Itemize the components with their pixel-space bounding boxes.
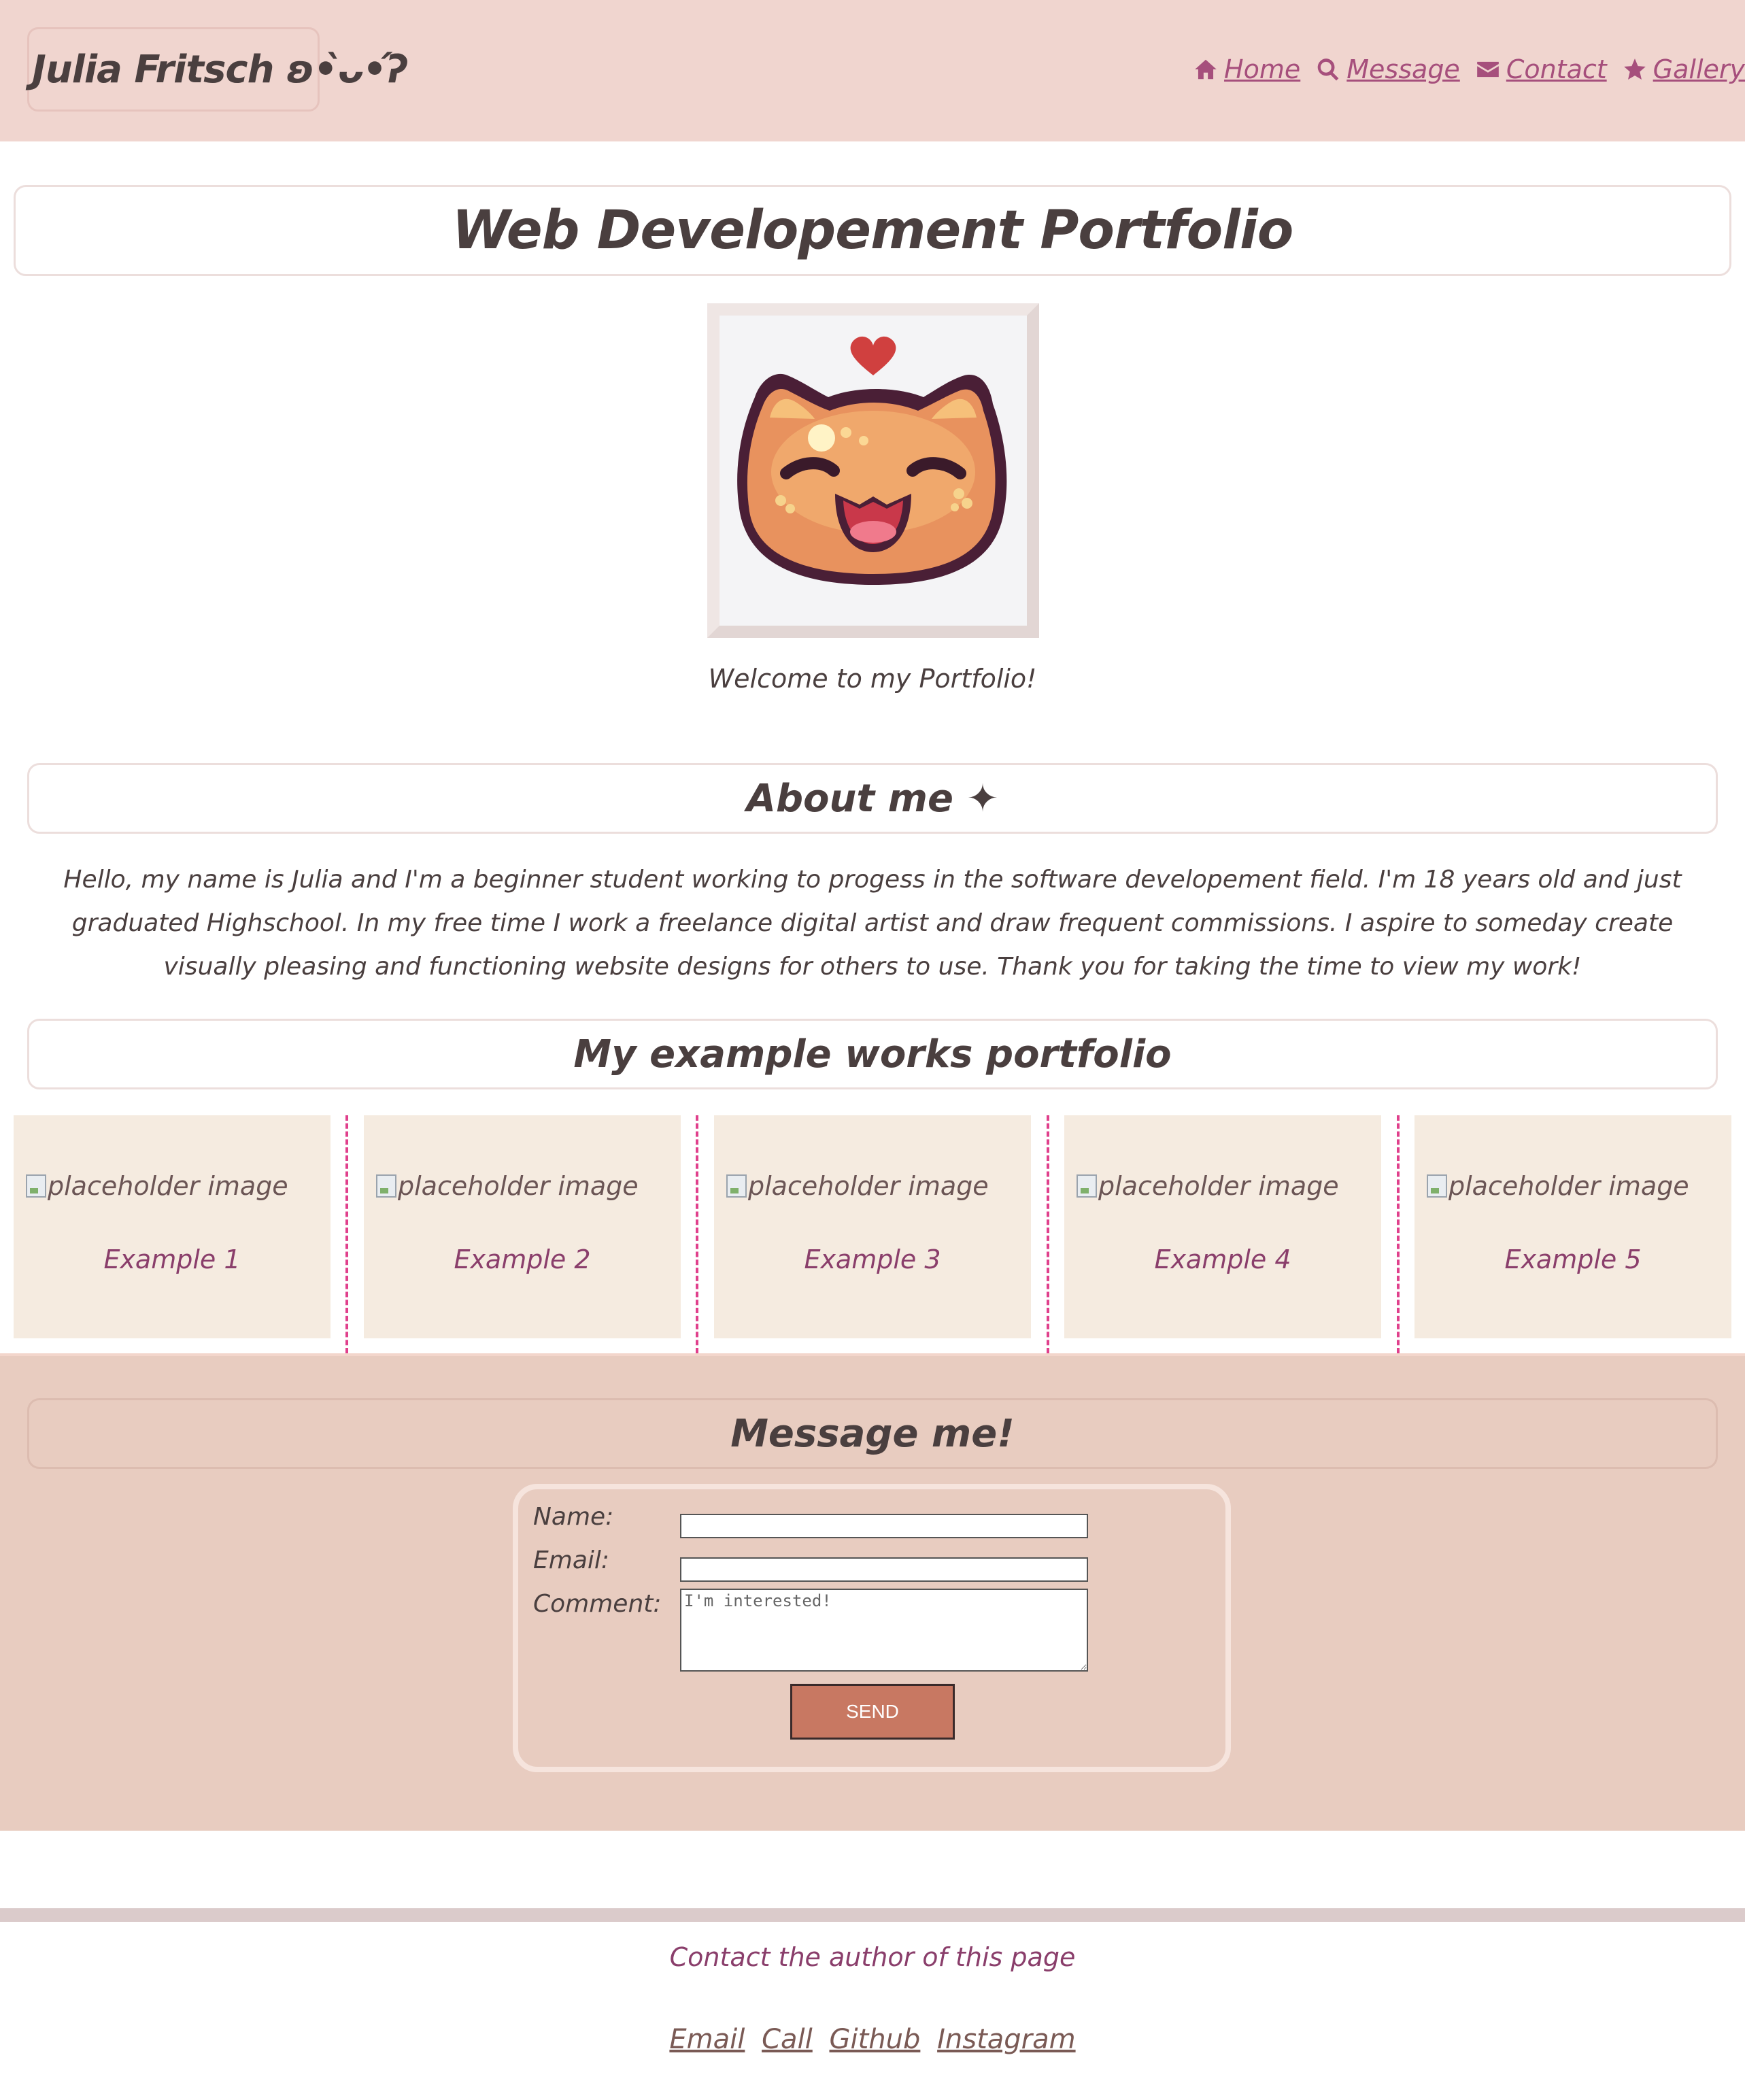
email-label: Email:: [533, 1546, 610, 1574]
placeholder-alt-text: placeholder image: [398, 1171, 639, 1201]
site-logo[interactable]: Julia Fritsch ʚ•̀ᴗ•́ʔ: [27, 27, 408, 112]
nav-message-label: Message: [1346, 54, 1460, 84]
work-card-bg: placeholder image Example 3: [714, 1115, 1031, 1338]
page-title: Web Developement Portfolio: [452, 200, 1294, 261]
footer-email-link[interactable]: Email: [669, 2024, 745, 2055]
broken-image-icon: [726, 1174, 747, 1198]
work-caption: Example 1: [103, 1244, 241, 1274]
about-heading: About me ✦: [746, 776, 999, 821]
work-card[interactable]: placeholder image Example 3: [714, 1115, 1031, 1353]
comment-label: Comment:: [533, 1590, 662, 1618]
work-card[interactable]: placeholder image Example 5: [1414, 1115, 1731, 1353]
works-heading: My example works portfolio: [573, 1032, 1172, 1077]
about-heading-box: About me ✦: [27, 763, 1718, 834]
gallery-divider: [1397, 1115, 1400, 1353]
work-caption: Example 5: [1504, 1244, 1642, 1274]
placeholder-image[interactable]: placeholder image: [726, 1171, 989, 1201]
placeholder-image[interactable]: placeholder image: [1427, 1171, 1689, 1201]
placeholder-image[interactable]: placeholder image: [376, 1171, 639, 1201]
works-gallery: placeholder image Example 1 placeholder …: [14, 1115, 1731, 1353]
work-card[interactable]: placeholder image Example 1: [14, 1115, 331, 1353]
placeholder-alt-text: placeholder image: [748, 1171, 989, 1201]
welcome-text: Welcome to my Portfolio!: [708, 664, 1037, 694]
footer-links: Email Call Github Instagram: [0, 2024, 1745, 2055]
home-icon: [1195, 59, 1217, 80]
footer-github-link[interactable]: Github: [829, 2024, 920, 2055]
gallery-divider: [345, 1115, 348, 1353]
placeholder-alt-text: placeholder image: [1448, 1171, 1689, 1201]
title-box: Web Developement Portfolio: [14, 185, 1731, 276]
work-caption: Example 2: [454, 1244, 591, 1274]
footer-contact-text: Contact the author of this page: [669, 1942, 1076, 1972]
profile-avatar: [707, 303, 1039, 638]
message-heading-box: Message me!: [27, 1398, 1718, 1469]
send-button[interactable]: SEND: [790, 1684, 955, 1740]
main-nav: Home Message Contact Gallery: [1193, 54, 1745, 84]
nav-contact-link[interactable]: Contact: [1475, 54, 1607, 84]
work-card-bg: placeholder image Example 5: [1414, 1115, 1731, 1338]
broken-image-icon: [1077, 1174, 1097, 1198]
name-label: Name:: [533, 1503, 614, 1531]
work-caption: Example 3: [804, 1244, 941, 1274]
work-card[interactable]: placeholder image Example 4: [1064, 1115, 1381, 1353]
footer-divider: [0, 1908, 1745, 1922]
comment-textarea[interactable]: [680, 1589, 1088, 1672]
header-bar: Julia Fritsch ʚ•̀ᴗ•́ʔ Home Message Conta…: [0, 0, 1745, 141]
footer-instagram-link[interactable]: Instagram: [937, 2024, 1076, 2055]
cat-avatar-image: [719, 316, 1027, 626]
works-heading-box: My example works portfolio: [27, 1019, 1718, 1089]
footer-call-link[interactable]: Call: [762, 2024, 813, 2055]
nav-home-label: Home: [1224, 54, 1301, 84]
nav-contact-label: Contact: [1506, 54, 1607, 84]
placeholder-alt-text: placeholder image: [1098, 1171, 1339, 1201]
nav-home-link[interactable]: Home: [1193, 54, 1300, 84]
message-heading: Message me!: [730, 1411, 1015, 1456]
nav-gallery-label: Gallery: [1653, 54, 1745, 84]
work-caption: Example 4: [1154, 1244, 1291, 1274]
placeholder-image[interactable]: placeholder image: [1077, 1171, 1339, 1201]
name-field[interactable]: [680, 1514, 1088, 1538]
nav-gallery-link[interactable]: Gallery: [1622, 54, 1745, 84]
broken-image-icon: [1427, 1174, 1447, 1198]
logo-text: Julia Fritsch ʚ•̀ᴗ•́ʔ: [32, 47, 408, 92]
search-icon: [1317, 58, 1339, 81]
placeholder-image[interactable]: placeholder image: [26, 1171, 288, 1201]
star-icon: [1623, 58, 1646, 80]
nav-message-link[interactable]: Message: [1315, 54, 1460, 84]
placeholder-alt-text: placeholder image: [48, 1171, 288, 1201]
broken-image-icon: [376, 1174, 396, 1198]
broken-image-icon: [26, 1174, 46, 1198]
envelope-icon: [1476, 61, 1499, 78]
work-card-bg: placeholder image Example 2: [364, 1115, 681, 1338]
about-text: Hello, my name is Julia and I'm a beginn…: [63, 866, 1682, 981]
work-card[interactable]: placeholder image Example 2: [364, 1115, 681, 1353]
gallery-divider: [696, 1115, 698, 1353]
gallery-divider: [1047, 1115, 1049, 1353]
work-card-bg: placeholder image Example 4: [1064, 1115, 1381, 1338]
email-field[interactable]: [680, 1557, 1088, 1582]
work-card-bg: placeholder image Example 1: [14, 1115, 331, 1338]
